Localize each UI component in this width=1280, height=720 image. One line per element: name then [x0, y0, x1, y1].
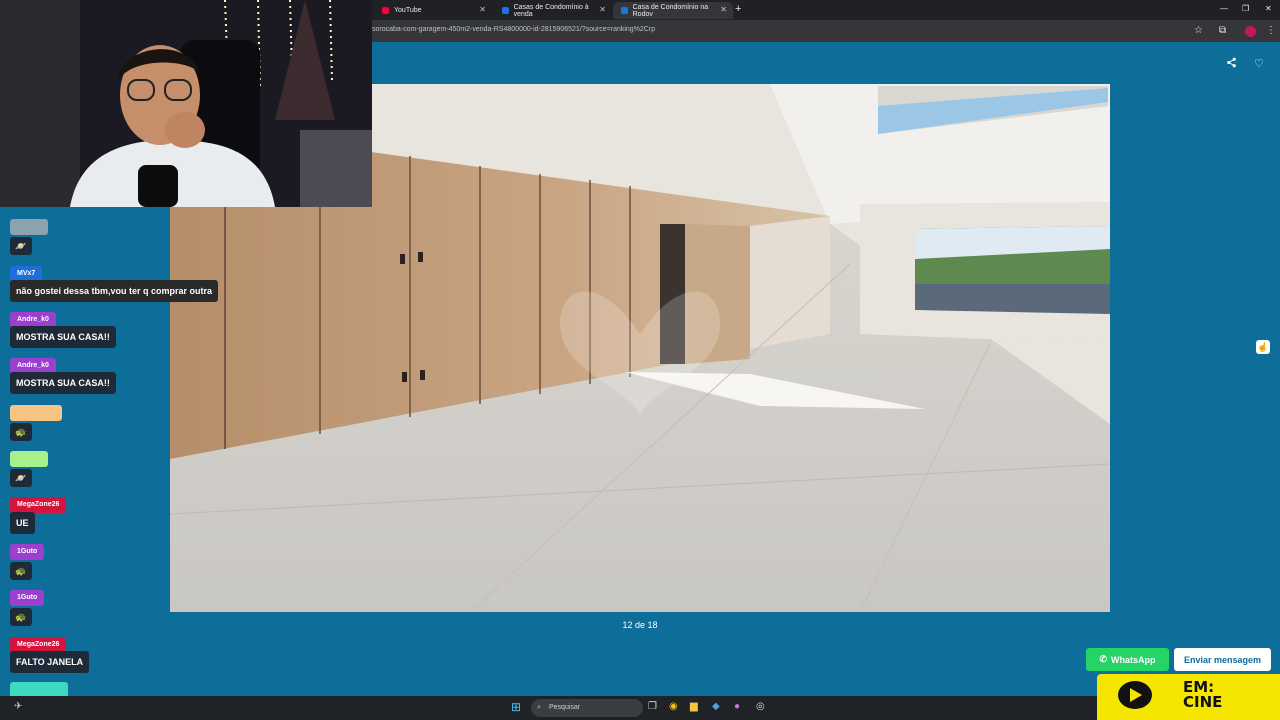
emote-icon: 🐢 [10, 562, 32, 580]
chrome-icon[interactable]: ◉ [669, 701, 678, 712]
logo-text: EM: CINE [1183, 680, 1222, 710]
close-icon[interactable]: ✕ [720, 5, 727, 14]
chat-username: MegaZone26 [10, 497, 67, 513]
chat-message: FALTO JANELA [10, 651, 90, 673]
chat-username [10, 219, 48, 235]
minimize-icon[interactable]: — [1220, 4, 1228, 13]
search-placeholder: Pesquisar [549, 704, 581, 711]
send-message-label: Enviar mensagem [1183, 654, 1262, 665]
tab-title: YouTube [394, 7, 422, 14]
tab-title: Casas de Condomínio à venda [513, 3, 589, 18]
task-view-icon[interactable]: ❐ [648, 701, 657, 712]
taskbar-search-input[interactable]: ⌕ Pesquisar [531, 699, 643, 717]
chat-message: MOSTRA SUA CASA!! [10, 326, 116, 348]
window-close-icon[interactable]: ✕ [1265, 4, 1272, 13]
whatsapp-button[interactable]: ✆ WhatsApp [1086, 648, 1169, 671]
chat-message: UE [10, 512, 35, 534]
restore-icon[interactable]: ❐ [1242, 4, 1249, 13]
new-tab-icon[interactable]: + [735, 3, 741, 15]
url-text[interactable]: sorocaba-com-garagem-450m2-venda-RS48000… [372, 26, 655, 33]
emote-icon: 🪐 [10, 469, 32, 487]
accessibility-hand-icon[interactable]: ☝ [1256, 340, 1270, 354]
emote-icon: 🐢 [10, 608, 32, 626]
menu-icon[interactable]: ⋮ [1266, 25, 1276, 36]
file-explorer-icon[interactable]: ▆ [690, 701, 698, 712]
emote-icon: 🐢 [10, 423, 32, 441]
chat-message: MOSTRA SUA CASA!! [10, 372, 116, 394]
logo-line-2: CINE [1183, 693, 1223, 711]
site-favicon-icon [502, 7, 509, 14]
close-icon[interactable]: ✕ [479, 5, 486, 14]
chat-username: 1Guto [10, 590, 45, 606]
extensions-icon[interactable]: ⧉ [1219, 25, 1226, 36]
profile-avatar-icon[interactable] [1245, 26, 1256, 37]
widgets-icon[interactable]: ✈ [14, 701, 22, 712]
play-bubble-icon [1118, 681, 1152, 709]
youtube-favicon-icon [382, 7, 389, 14]
obs-icon[interactable]: ◎ [756, 701, 765, 712]
chat-username [10, 405, 62, 421]
tab-casas-condominio[interactable]: Casas de Condomínio à venda ✕ [494, 2, 612, 19]
site-favicon-icon [621, 7, 628, 14]
webcam-illustration [0, 0, 372, 207]
start-windows-icon[interactable]: ⊞ [511, 700, 521, 714]
bookmark-star-icon[interactable]: ☆ [1194, 25, 1203, 36]
share-icon[interactable] [1226, 57, 1237, 71]
tab-casa-rodovia[interactable]: Casa de Condomínio na Rodov ✕ [613, 2, 733, 19]
emote-icon: 🪐 [10, 237, 32, 255]
search-icon: ⌕ [537, 704, 541, 711]
windows-taskbar: ✈ ⊞ ⌕ Pesquisar ❐ ◉ ▆ ◆ ● ◎ [0, 696, 1097, 720]
steam-icon[interactable]: ◆ [712, 701, 720, 712]
chat-username: 1Guto [10, 544, 45, 560]
tab-youtube[interactable]: YouTube ✕ [374, 2, 492, 19]
whatsapp-icon: ✆ [1099, 654, 1108, 664]
discord-icon[interactable]: ● [734, 701, 740, 712]
chat-username [10, 451, 48, 467]
whatsapp-label: WhatsApp [1111, 654, 1156, 665]
close-icon[interactable]: ✕ [599, 5, 606, 14]
tab-title: Casa de Condomínio na Rodov [632, 3, 709, 18]
favorite-heart-icon[interactable]: ♡ [1254, 57, 1264, 70]
send-message-button[interactable]: Enviar mensagem [1174, 648, 1271, 671]
chat-message: não gostei dessa tbm,vou ter q comprar o… [10, 280, 219, 302]
photo-counter: 12 de 18 [622, 620, 658, 630]
webcam-overlay [0, 0, 372, 207]
stream-logo: EM: CINE [1097, 674, 1280, 720]
